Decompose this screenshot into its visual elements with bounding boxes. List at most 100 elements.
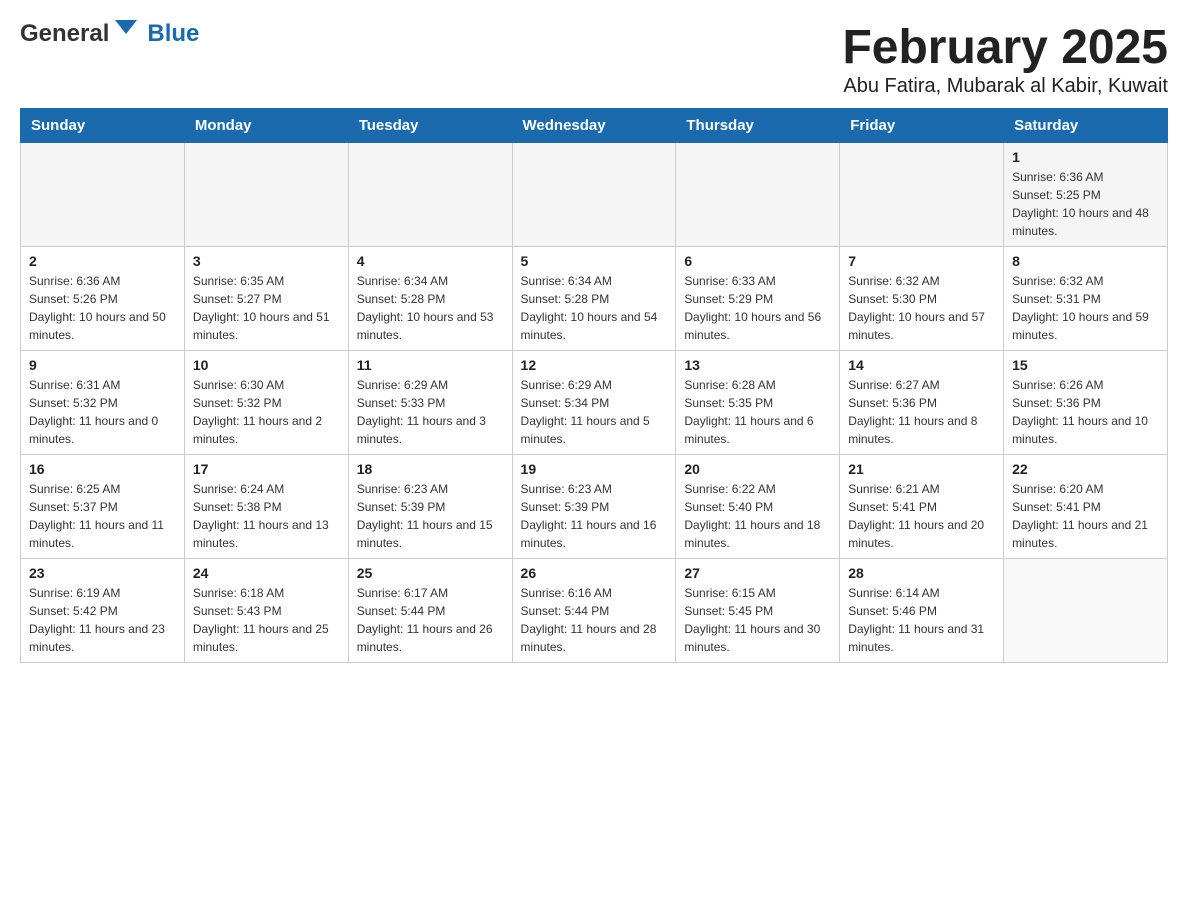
day-number: 21: [848, 461, 995, 477]
day-info: Sunrise: 6:36 AMSunset: 5:26 PMDaylight:…: [29, 272, 176, 344]
day-info: Sunrise: 6:23 AMSunset: 5:39 PMDaylight:…: [357, 480, 504, 552]
table-row: 18 Sunrise: 6:23 AMSunset: 5:39 PMDaylig…: [348, 455, 512, 559]
day-info: Sunrise: 6:18 AMSunset: 5:43 PMDaylight:…: [193, 584, 340, 656]
table-row: [348, 143, 512, 247]
table-row: 11 Sunrise: 6:29 AMSunset: 5:33 PMDaylig…: [348, 351, 512, 455]
day-number: 16: [29, 461, 176, 477]
table-row: 5 Sunrise: 6:34 AMSunset: 5:28 PMDayligh…: [512, 247, 676, 351]
day-number: 3: [193, 253, 340, 269]
calendar-week-row: 23 Sunrise: 6:19 AMSunset: 5:42 PMDaylig…: [21, 559, 1168, 663]
header-saturday: Saturday: [1004, 109, 1168, 143]
table-row: 8 Sunrise: 6:32 AMSunset: 5:31 PMDayligh…: [1004, 247, 1168, 351]
table-row: 12 Sunrise: 6:29 AMSunset: 5:34 PMDaylig…: [512, 351, 676, 455]
title-block: February 2025 Abu Fatira, Mubarak al Kab…: [842, 20, 1168, 98]
day-number: 11: [357, 357, 504, 373]
day-number: 1: [1012, 149, 1159, 165]
day-number: 9: [29, 357, 176, 373]
day-number: 22: [1012, 461, 1159, 477]
day-number: 23: [29, 565, 176, 581]
day-info: Sunrise: 6:27 AMSunset: 5:36 PMDaylight:…: [848, 376, 995, 448]
calendar-header-row: Sunday Monday Tuesday Wednesday Thursday…: [21, 109, 1168, 143]
day-number: 10: [193, 357, 340, 373]
table-row: 19 Sunrise: 6:23 AMSunset: 5:39 PMDaylig…: [512, 455, 676, 559]
calendar-week-row: 2 Sunrise: 6:36 AMSunset: 5:26 PMDayligh…: [21, 247, 1168, 351]
header-tuesday: Tuesday: [348, 109, 512, 143]
table-row: 26 Sunrise: 6:16 AMSunset: 5:44 PMDaylig…: [512, 559, 676, 663]
table-row: [21, 143, 185, 247]
day-info: Sunrise: 6:20 AMSunset: 5:41 PMDaylight:…: [1012, 480, 1159, 552]
table-row: 4 Sunrise: 6:34 AMSunset: 5:28 PMDayligh…: [348, 247, 512, 351]
table-row: 25 Sunrise: 6:17 AMSunset: 5:44 PMDaylig…: [348, 559, 512, 663]
day-number: 26: [521, 565, 668, 581]
day-info: Sunrise: 6:16 AMSunset: 5:44 PMDaylight:…: [521, 584, 668, 656]
day-info: Sunrise: 6:34 AMSunset: 5:28 PMDaylight:…: [521, 272, 668, 344]
table-row: 20 Sunrise: 6:22 AMSunset: 5:40 PMDaylig…: [676, 455, 840, 559]
day-number: 8: [1012, 253, 1159, 269]
table-row: 24 Sunrise: 6:18 AMSunset: 5:43 PMDaylig…: [184, 559, 348, 663]
day-number: 27: [684, 565, 831, 581]
table-row: 15 Sunrise: 6:26 AMSunset: 5:36 PMDaylig…: [1004, 351, 1168, 455]
table-row: 9 Sunrise: 6:31 AMSunset: 5:32 PMDayligh…: [21, 351, 185, 455]
header-thursday: Thursday: [676, 109, 840, 143]
calendar-week-row: 1 Sunrise: 6:36 AMSunset: 5:25 PMDayligh…: [21, 143, 1168, 247]
table-row: 21 Sunrise: 6:21 AMSunset: 5:41 PMDaylig…: [840, 455, 1004, 559]
table-row: 27 Sunrise: 6:15 AMSunset: 5:45 PMDaylig…: [676, 559, 840, 663]
table-row: [676, 143, 840, 247]
table-row: 2 Sunrise: 6:36 AMSunset: 5:26 PMDayligh…: [21, 247, 185, 351]
day-info: Sunrise: 6:23 AMSunset: 5:39 PMDaylight:…: [521, 480, 668, 552]
day-info: Sunrise: 6:28 AMSunset: 5:35 PMDaylight:…: [684, 376, 831, 448]
table-row: 22 Sunrise: 6:20 AMSunset: 5:41 PMDaylig…: [1004, 455, 1168, 559]
day-info: Sunrise: 6:15 AMSunset: 5:45 PMDaylight:…: [684, 584, 831, 656]
day-info: Sunrise: 6:17 AMSunset: 5:44 PMDaylight:…: [357, 584, 504, 656]
table-row: [840, 143, 1004, 247]
day-info: Sunrise: 6:30 AMSunset: 5:32 PMDaylight:…: [193, 376, 340, 448]
day-info: Sunrise: 6:36 AMSunset: 5:25 PMDaylight:…: [1012, 168, 1159, 240]
day-info: Sunrise: 6:34 AMSunset: 5:28 PMDaylight:…: [357, 272, 504, 344]
logo-blue-text: Blue: [147, 20, 199, 48]
table-row: 17 Sunrise: 6:24 AMSunset: 5:38 PMDaylig…: [184, 455, 348, 559]
day-number: 18: [357, 461, 504, 477]
table-row: 13 Sunrise: 6:28 AMSunset: 5:35 PMDaylig…: [676, 351, 840, 455]
header-wednesday: Wednesday: [512, 109, 676, 143]
table-row: 1 Sunrise: 6:36 AMSunset: 5:25 PMDayligh…: [1004, 143, 1168, 247]
day-info: Sunrise: 6:29 AMSunset: 5:33 PMDaylight:…: [357, 376, 504, 448]
day-info: Sunrise: 6:21 AMSunset: 5:41 PMDaylight:…: [848, 480, 995, 552]
day-number: 19: [521, 461, 668, 477]
day-number: 17: [193, 461, 340, 477]
day-info: Sunrise: 6:25 AMSunset: 5:37 PMDaylight:…: [29, 480, 176, 552]
day-info: Sunrise: 6:32 AMSunset: 5:31 PMDaylight:…: [1012, 272, 1159, 344]
day-info: Sunrise: 6:31 AMSunset: 5:32 PMDaylight:…: [29, 376, 176, 448]
logo: General Blue: [20, 20, 199, 48]
table-row: 3 Sunrise: 6:35 AMSunset: 5:27 PMDayligh…: [184, 247, 348, 351]
calendar-week-row: 16 Sunrise: 6:25 AMSunset: 5:37 PMDaylig…: [21, 455, 1168, 559]
day-info: Sunrise: 6:33 AMSunset: 5:29 PMDaylight:…: [684, 272, 831, 344]
table-row: 14 Sunrise: 6:27 AMSunset: 5:36 PMDaylig…: [840, 351, 1004, 455]
logo-triangle-icon: [115, 20, 137, 48]
day-number: 15: [1012, 357, 1159, 373]
page-title: February 2025: [842, 20, 1168, 75]
day-info: Sunrise: 6:29 AMSunset: 5:34 PMDaylight:…: [521, 376, 668, 448]
day-info: Sunrise: 6:35 AMSunset: 5:27 PMDaylight:…: [193, 272, 340, 344]
day-number: 14: [848, 357, 995, 373]
day-number: 4: [357, 253, 504, 269]
header-sunday: Sunday: [21, 109, 185, 143]
day-number: 5: [521, 253, 668, 269]
header-friday: Friday: [840, 109, 1004, 143]
day-info: Sunrise: 6:14 AMSunset: 5:46 PMDaylight:…: [848, 584, 995, 656]
day-number: 12: [521, 357, 668, 373]
day-number: 7: [848, 253, 995, 269]
page-subtitle: Abu Fatira, Mubarak al Kabir, Kuwait: [842, 75, 1168, 98]
day-info: Sunrise: 6:24 AMSunset: 5:38 PMDaylight:…: [193, 480, 340, 552]
table-row: 10 Sunrise: 6:30 AMSunset: 5:32 PMDaylig…: [184, 351, 348, 455]
calendar-week-row: 9 Sunrise: 6:31 AMSunset: 5:32 PMDayligh…: [21, 351, 1168, 455]
table-row: 28 Sunrise: 6:14 AMSunset: 5:46 PMDaylig…: [840, 559, 1004, 663]
day-info: Sunrise: 6:32 AMSunset: 5:30 PMDaylight:…: [848, 272, 995, 344]
day-info: Sunrise: 6:26 AMSunset: 5:36 PMDaylight:…: [1012, 376, 1159, 448]
day-number: 28: [848, 565, 995, 581]
page-header: General Blue February 2025 Abu Fatira, M…: [20, 20, 1168, 98]
day-number: 13: [684, 357, 831, 373]
day-number: 6: [684, 253, 831, 269]
table-row: 7 Sunrise: 6:32 AMSunset: 5:30 PMDayligh…: [840, 247, 1004, 351]
table-row: [1004, 559, 1168, 663]
day-info: Sunrise: 6:22 AMSunset: 5:40 PMDaylight:…: [684, 480, 831, 552]
